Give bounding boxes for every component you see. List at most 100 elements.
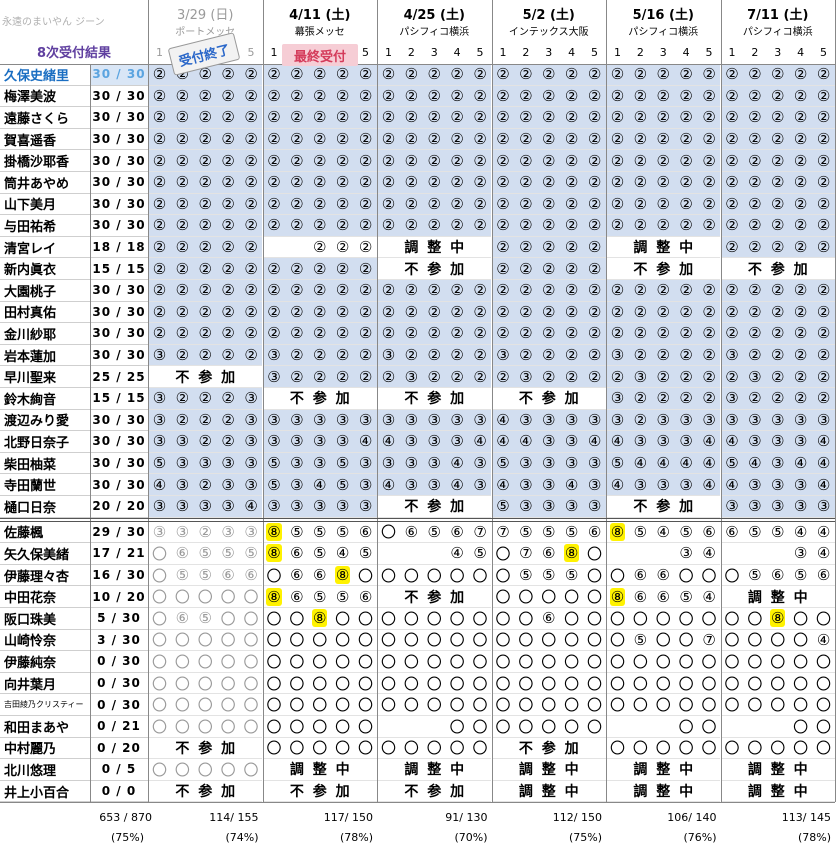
slot-cell: 〇 [148,651,171,673]
member-count: 30 / 30 [90,453,148,475]
slot-cell: ⑤ [422,522,446,544]
slot-cell: ② [789,236,813,259]
total-overall: 653 / 870 [99,810,152,824]
slot-cell: 〇 [537,673,561,695]
slot-cell: ② [285,258,309,280]
slot-number: 1 [613,45,621,59]
slot-cell [651,543,675,565]
slot-cell: 〇 [674,694,698,716]
event-total: 112/ 150 [552,810,602,824]
member-count: 30 / 30 [90,410,148,432]
slot-cell: ④ [377,474,400,496]
slot-cell: ② [674,172,698,194]
slot-cell: ② [651,150,675,172]
slot-cell: ② [606,301,629,324]
event-venue: 幕張メッセ [294,26,345,38]
slot-cell: ② [148,107,171,129]
slot-cell: ② [766,107,790,129]
member-name: 久保史緒里 [0,64,90,86]
slot-cell: ② [377,366,400,388]
slot-cell: ② [399,128,423,151]
slot-cell: ② [308,344,332,367]
slot-cell: ⑥ [399,522,423,544]
slot-cell: ② [216,107,240,129]
slot-cell: 参 [651,258,675,280]
slot-cell: ③ [239,409,263,432]
slot-cell: ② [148,64,171,86]
slot-cell: 〇 [445,630,469,652]
slot-cell: 〇 [674,738,698,760]
slot-cell: ② [674,215,698,237]
slot-cell: ② [491,366,515,388]
slot-cell: ③ [285,452,309,475]
slot-cell: 〇 [308,716,332,738]
slot-cell: ② [720,280,744,302]
slot-cell [399,716,423,738]
slot-cell: ② [193,258,217,280]
slot-cell [262,759,286,781]
slot-cell: ② [170,85,194,108]
slot-cell [766,543,790,565]
member-count: 3 / 30 [90,630,148,652]
slot-cell: ② [148,323,171,345]
slot-cell: 〇 [422,738,446,760]
slot-cell: ② [628,280,652,302]
slot-cell: ② [514,323,538,345]
slot-cell: 加 [560,388,584,410]
slot-cell [422,543,446,565]
slot-cell: ② [262,258,286,280]
slot-cell: ② [193,344,217,367]
event-total-pct: (76%) [683,830,717,844]
slot-cell [743,543,767,565]
slot-cell: ⑧ [262,522,286,544]
slot-cell: ② [422,280,446,302]
slot-cell: ② [285,344,309,367]
slot-cell: ⑥ [285,586,309,608]
slot-cell: ② [148,301,171,324]
member-count: 30 / 30 [90,129,148,151]
member-name: 早川聖来 [0,366,90,388]
slot-cell: 〇 [377,608,400,630]
slot-cell: 中 [789,586,813,608]
slot-number: 4 [568,45,576,59]
slot-cell: 〇 [606,738,629,760]
slot-cell: 〇 [170,759,194,781]
slot-cell: ③ [216,522,240,544]
slot-cell: ② [331,366,355,388]
slot-cell: ③ [697,409,721,432]
slot-cell: ② [377,323,400,345]
slot-cell: ② [812,388,835,410]
slot-cell: ② [308,280,332,302]
slot-cell: ② [560,64,584,86]
slot-cell: 〇 [308,630,332,652]
slot-cell [743,716,767,738]
slot-cell: 〇 [674,630,698,652]
slot-cell: 調 [514,781,538,803]
member-count: 30 / 30 [90,86,148,108]
slot-cell: ② [308,107,332,129]
slot-cell: ② [514,128,538,151]
slot-cell: 不 [399,388,423,410]
slot-cell: ② [628,128,652,151]
slot-cell: ② [422,128,446,151]
slot-cell: 〇 [331,608,355,630]
slot-cell: ② [789,107,813,129]
member-name: 岩本蓮加 [0,345,90,367]
slot-cell: ③ [262,409,286,432]
slot-cell: ② [674,366,698,388]
slot-cell: ② [720,150,744,172]
slot-cell: ⑤ [308,543,332,565]
slot-number: 2 [522,45,530,59]
slot-cell [606,716,629,738]
slot-cell: ② [560,85,584,108]
slot-cell: ③ [445,431,469,453]
slot-cell: 不 [514,388,538,410]
slot-cell: ② [560,172,584,194]
slot-cell: ② [537,366,561,388]
slot-cell: ② [445,128,469,151]
slot-cell: ② [560,128,584,151]
slot-cell [239,738,263,760]
slot-number: 2 [636,45,644,59]
slot-cell: 〇 [697,565,721,587]
slot-cell: ② [331,323,355,345]
